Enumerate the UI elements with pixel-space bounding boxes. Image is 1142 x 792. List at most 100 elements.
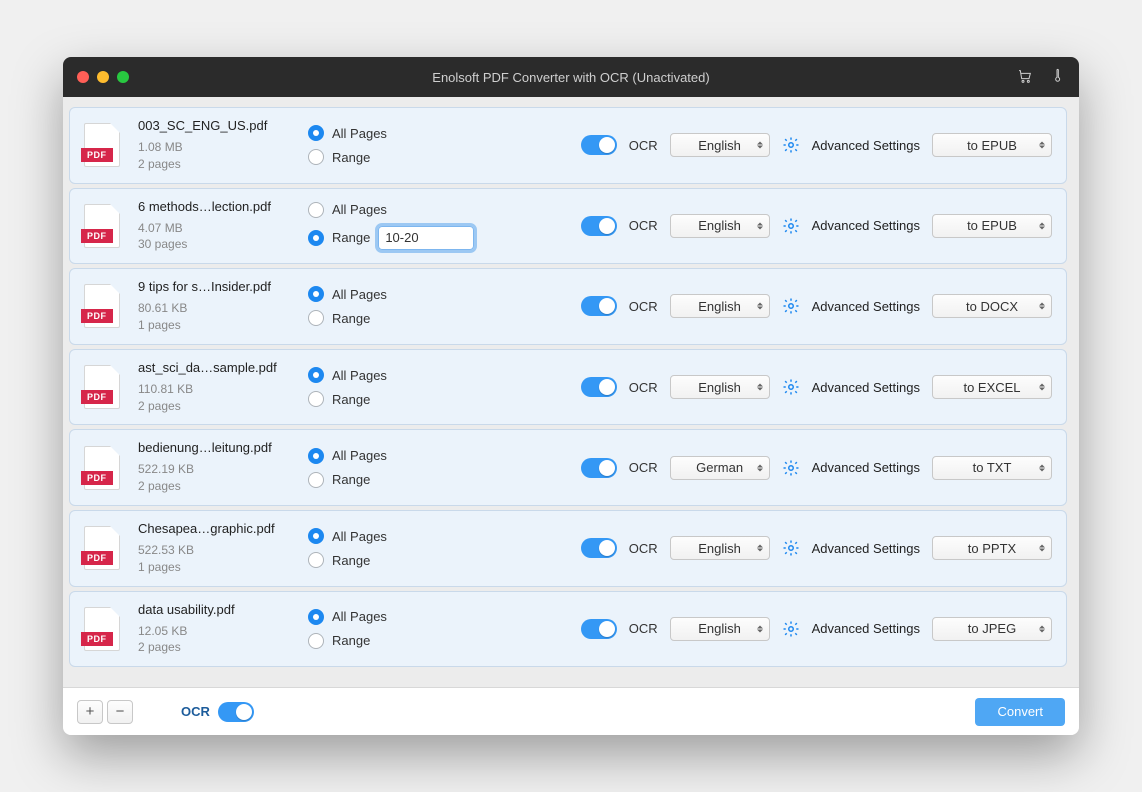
file-name: bedienung…leitung.pdf <box>138 440 293 455</box>
format-select[interactable]: to DOCX <box>932 294 1052 318</box>
format-value: to EXCEL <box>963 380 1020 395</box>
add-file-button[interactable]: + <box>77 700 103 724</box>
format-value: to EPUB <box>967 218 1017 233</box>
language-select[interactable]: English <box>670 375 770 399</box>
cart-icon[interactable] <box>1017 68 1033 87</box>
range-radio[interactable]: Range <box>308 472 370 488</box>
gear-icon[interactable] <box>782 459 800 477</box>
all-pages-radio[interactable]: All Pages <box>308 367 478 383</box>
gear-icon[interactable] <box>782 539 800 557</box>
range-radio[interactable]: Range <box>308 391 370 407</box>
file-row: 9 tips for s…Insider.pdf 80.61 KB 1 page… <box>69 268 1067 345</box>
format-value: to JPEG <box>968 621 1016 636</box>
all-pages-label: All Pages <box>332 287 387 302</box>
file-pages: 1 pages <box>138 559 298 576</box>
range-radio[interactable]: Range <box>308 230 370 246</box>
advanced-settings-label: Advanced Settings <box>812 218 920 233</box>
file-name: ast_sci_da…sample.pdf <box>138 360 293 375</box>
format-select[interactable]: to PPTX <box>932 536 1052 560</box>
format-select[interactable]: to JPEG <box>932 617 1052 641</box>
gear-icon[interactable] <box>782 297 800 315</box>
gear-icon[interactable] <box>782 217 800 235</box>
language-value: German <box>696 460 743 475</box>
caret-icon <box>757 545 763 552</box>
close-window-button[interactable] <box>77 71 89 83</box>
advanced-settings-label: Advanced Settings <box>812 138 920 153</box>
titlebar: Enolsoft PDF Converter with OCR (Unactiv… <box>63 57 1079 97</box>
file-name: Chesapea…graphic.pdf <box>138 521 293 536</box>
language-select[interactable]: German <box>670 456 770 480</box>
file-info: 003_SC_ENG_US.pdf 1.08 MB 2 pages <box>138 118 298 173</box>
language-select[interactable]: English <box>670 617 770 641</box>
caret-icon <box>1039 545 1045 552</box>
file-pages: 2 pages <box>138 478 298 495</box>
all-pages-radio[interactable]: All Pages <box>308 286 478 302</box>
radio-bullet <box>308 552 324 568</box>
all-pages-radio[interactable]: All Pages <box>308 125 478 141</box>
all-pages-label: All Pages <box>332 202 387 217</box>
ocr-toggle[interactable] <box>581 458 617 478</box>
file-size: 80.61 KB <box>138 300 298 317</box>
ocr-toggle[interactable] <box>581 619 617 639</box>
language-select[interactable]: English <box>670 133 770 157</box>
range-label: Range <box>332 553 370 568</box>
ocr-toggle[interactable] <box>581 216 617 236</box>
range-radio[interactable]: Range <box>308 149 370 165</box>
all-pages-radio[interactable]: All Pages <box>308 448 478 464</box>
all-pages-radio[interactable]: All Pages <box>308 202 478 218</box>
gear-icon[interactable] <box>782 378 800 396</box>
file-size: 522.19 KB <box>138 461 298 478</box>
range-radio[interactable]: Range <box>308 310 370 326</box>
thermometer-icon[interactable] <box>1049 68 1065 87</box>
pdf-file-icon <box>84 365 120 409</box>
window-controls <box>77 71 129 83</box>
ocr-toggle[interactable] <box>581 377 617 397</box>
range-radio[interactable]: Range <box>308 633 370 649</box>
minimize-window-button[interactable] <box>97 71 109 83</box>
radio-bullet <box>308 202 324 218</box>
range-label: Range <box>332 392 370 407</box>
format-select[interactable]: to EPUB <box>932 214 1052 238</box>
language-select[interactable]: English <box>670 214 770 238</box>
file-info: 9 tips for s…Insider.pdf 80.61 KB 1 page… <box>138 279 298 334</box>
file-info: data usability.pdf 12.05 KB 2 pages <box>138 602 298 657</box>
ocr-label: OCR <box>629 460 658 475</box>
all-pages-label: All Pages <box>332 609 387 624</box>
file-name: 003_SC_ENG_US.pdf <box>138 118 293 133</box>
ocr-toggle[interactable] <box>581 296 617 316</box>
pdf-file-icon <box>84 526 120 570</box>
advanced-settings-label: Advanced Settings <box>812 380 920 395</box>
caret-icon <box>757 303 763 310</box>
language-select[interactable]: English <box>670 536 770 560</box>
ocr-toggle[interactable] <box>581 135 617 155</box>
range-radio[interactable]: Range <box>308 552 370 568</box>
format-select[interactable]: to TXT <box>932 456 1052 480</box>
global-ocr-toggle[interactable] <box>218 702 254 722</box>
file-pages: 1 pages <box>138 317 298 334</box>
gear-icon[interactable] <box>782 620 800 638</box>
advanced-settings-label: Advanced Settings <box>812 541 920 556</box>
file-row: 003_SC_ENG_US.pdf 1.08 MB 2 pages All Pa… <box>69 107 1067 184</box>
caret-icon <box>1039 384 1045 391</box>
ocr-label: OCR <box>629 541 658 556</box>
advanced-settings-label: Advanced Settings <box>812 621 920 636</box>
range-input[interactable] <box>378 226 474 250</box>
remove-file-button[interactable]: − <box>107 700 133 724</box>
all-pages-radio[interactable]: All Pages <box>308 609 478 625</box>
language-value: English <box>698 621 741 636</box>
all-pages-radio[interactable]: All Pages <box>308 528 478 544</box>
caret-icon <box>757 625 763 632</box>
language-select[interactable]: English <box>670 294 770 318</box>
radio-bullet <box>308 448 324 464</box>
fullscreen-window-button[interactable] <box>117 71 129 83</box>
file-row: 6 methods…lection.pdf 4.07 MB 30 pages A… <box>69 188 1067 265</box>
format-select[interactable]: to EXCEL <box>932 375 1052 399</box>
convert-button[interactable]: Convert <box>975 698 1065 726</box>
language-value: English <box>698 138 741 153</box>
format-value: to DOCX <box>966 299 1018 314</box>
format-select[interactable]: to EPUB <box>932 133 1052 157</box>
ocr-toggle[interactable] <box>581 538 617 558</box>
window-title: Enolsoft PDF Converter with OCR (Unactiv… <box>63 70 1079 85</box>
caret-icon <box>1039 625 1045 632</box>
gear-icon[interactable] <box>782 136 800 154</box>
